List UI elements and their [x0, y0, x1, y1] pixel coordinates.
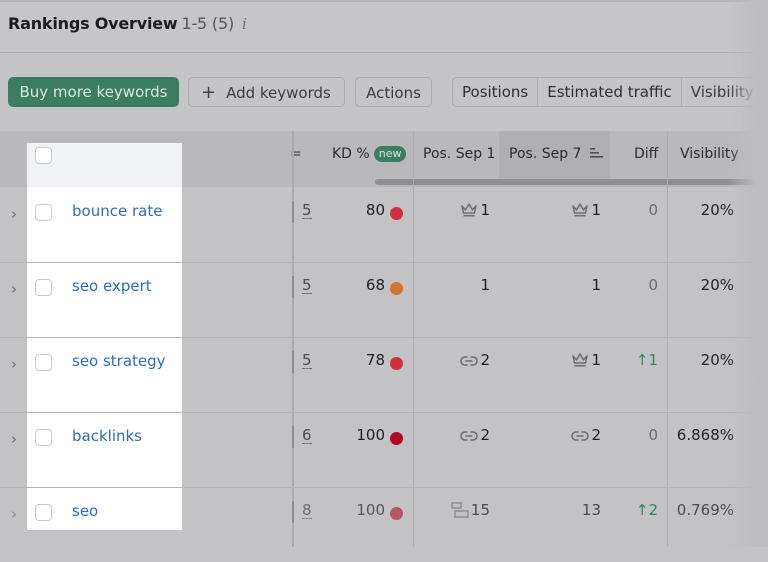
view-segmented-control: Positions Estimated traffic Visibility [452, 77, 768, 107]
col-diff[interactable]: Diff [634, 146, 658, 162]
col-pos-sep-7[interactable]: Pos. Sep 7 [509, 146, 604, 162]
kd-value: 68 [365, 276, 385, 294]
horizontal-scrollbar[interactable] [375, 179, 760, 185]
col-kd[interactable]: KD % new [332, 146, 407, 162]
diff-value: 0 [648, 201, 658, 219]
info-icon[interactable]: i [242, 15, 247, 33]
add-keywords-button[interactable]: + Add keywords [188, 77, 345, 107]
diff-value: ↑2 [635, 501, 658, 519]
actions-button[interactable]: Actions [355, 77, 432, 107]
pos-sep-1-value: 1 [460, 201, 490, 219]
tab-visibility[interactable]: Visibility [682, 78, 763, 106]
pos-sep-1-value: 2 [460, 351, 490, 369]
pos-sep-7-number: 1 [591, 276, 601, 294]
pos-sep-7-number: 2 [591, 426, 601, 444]
pos-sep-7-value: 2 [571, 426, 601, 444]
kd-difficulty-dot [390, 207, 403, 220]
add-keywords-label: Add keywords [226, 84, 331, 102]
diff-value: 0 [648, 276, 658, 294]
pos-sep-1-value: 2 [460, 426, 490, 444]
page-title: Rankings Overview 1-5 (5) i [8, 14, 247, 33]
col-pos-sep-1[interactable]: Pos. Sep 1 [423, 146, 495, 162]
table-row[interactable]: › seo 8 100 15 13 ↑2 0.769% [0, 487, 768, 562]
pos-sep-7-value: 1 [571, 201, 601, 219]
crown-icon [572, 353, 589, 367]
featured-snippet-icon [451, 502, 469, 518]
col-visibility[interactable]: Visibility [680, 146, 739, 162]
kd-value: 80 [365, 201, 385, 219]
pos-sep-7-number: 1 [591, 351, 601, 369]
pos-sep-1-number: 1 [480, 276, 490, 294]
kd-value: 100 [356, 501, 385, 519]
sort-icon [589, 148, 603, 158]
diff-value: ↑1 [635, 351, 658, 369]
col-pos-sep-7-label: Pos. Sep 7 [509, 146, 582, 162]
title-text: Rankings Overview [8, 14, 178, 33]
kd-difficulty-dot [390, 357, 403, 370]
tab-positions[interactable]: Positions [453, 78, 539, 106]
visibility-value: 6.868% [676, 426, 734, 444]
pos-sep-7-number: 1 [591, 201, 601, 219]
select-all-checkbox[interactable] [35, 147, 52, 164]
table-row[interactable]: › seo expert 5 68 1 1 0 20% [0, 262, 768, 338]
pos-sep-7-value: 1 [591, 276, 601, 294]
toolbar: Buy more keywords + Add keywords Actions … [0, 53, 768, 131]
link-icon [460, 356, 479, 366]
crown-icon [461, 203, 478, 217]
header-bar: Rankings Overview 1-5 (5) i [0, 2, 768, 53]
kd-value: 100 [356, 426, 385, 444]
visibility-value: 20% [700, 351, 734, 369]
pos-sep-7-value: 1 [571, 351, 601, 369]
link-icon [460, 431, 479, 441]
visibility-value: 20% [700, 201, 734, 219]
pos-sep-1-number: 1 [480, 201, 490, 219]
visibility-value: 0.769% [676, 501, 734, 519]
crown-icon [572, 203, 589, 217]
result-range: 1-5 (5) [181, 14, 235, 33]
pos-sep-1-number: 15 [470, 501, 490, 519]
col-kd-label: KD % [332, 146, 370, 162]
tab-estimated-traffic[interactable]: Estimated traffic [538, 78, 682, 106]
pos-sep-1-number: 2 [480, 351, 490, 369]
pos-sep-1-number: 2 [480, 426, 490, 444]
new-badge: new [373, 146, 407, 162]
pos-sep-7-number: 13 [581, 501, 601, 519]
kd-difficulty-dot [390, 282, 403, 295]
buy-more-keywords-button[interactable]: Buy more keywords [8, 77, 179, 107]
diff-value: 0 [648, 426, 658, 444]
link-icon [571, 431, 590, 441]
pos-sep-1-value: 1 [480, 276, 490, 294]
table-row[interactable]: › seo strategy 5 78 2 1 ↑1 20% [0, 337, 768, 413]
table-row[interactable]: › bounce rate 5 80 1 1 0 20% [0, 187, 768, 263]
kd-difficulty-dot [390, 507, 403, 520]
pos-sep-1-value: 15 [451, 501, 490, 519]
plus-icon: + [201, 82, 217, 103]
visibility-value: 20% [700, 276, 734, 294]
kd-value: 78 [365, 351, 385, 369]
table-row[interactable]: › backlinks 6 100 2 2 0 6.868% [0, 412, 768, 488]
kd-difficulty-dot [390, 432, 403, 445]
pos-sep-7-value: 13 [582, 501, 601, 519]
